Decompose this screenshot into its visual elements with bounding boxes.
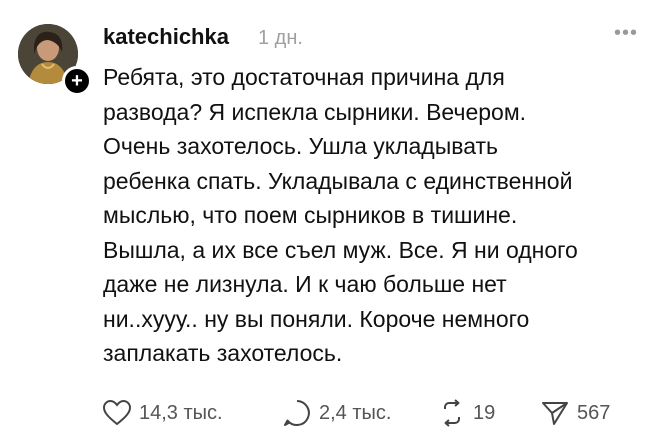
repost-button[interactable]: 19 xyxy=(439,398,495,428)
post-text: Ребята, это достаточная причина для разв… xyxy=(103,60,648,371)
comment-button[interactable]: 2,4 тыс. xyxy=(283,398,391,428)
post-line: ни..хууу.. ну вы поняли. Короче немного xyxy=(103,305,530,332)
post-line: Ребята, это достаточная причина для xyxy=(103,64,505,90)
repost-icon xyxy=(439,399,465,427)
avatar-container[interactable]: + xyxy=(18,24,92,96)
post-line: заплакать захотелось. xyxy=(103,340,343,366)
comment-count: 2,4 тыс. xyxy=(319,401,392,424)
post-line: Очень захотелось. Ушла укладывать xyxy=(103,133,499,159)
plus-icon: + xyxy=(71,70,83,92)
share-count: 567 xyxy=(577,401,611,424)
post-line: мыслью, что поем сырников в тишине. xyxy=(103,202,518,228)
username[interactable]: katechichka xyxy=(103,24,229,50)
post-line: развода? Я испекла сырники. Вечером. xyxy=(103,98,527,125)
post-line: Вышла, а их все съел муж. Все. Я ни одно… xyxy=(103,236,578,263)
more-dots-icon[interactable]: ••• xyxy=(614,22,638,45)
repost-count: 19 xyxy=(473,401,496,424)
share-button[interactable]: 567 xyxy=(541,398,610,428)
follow-plus-button[interactable]: + xyxy=(62,66,92,96)
post-line: даже не лизнула. И к чаю больше нет xyxy=(103,271,507,297)
like-button[interactable]: 14,3 тыс. xyxy=(103,398,223,428)
comment-bubble-icon xyxy=(283,399,311,427)
timestamp: 1 дн. xyxy=(258,27,303,49)
post-line: ребенка спать. Укладывала с единственной xyxy=(103,167,573,194)
action-bar: 14,3 тыс. 2,4 тыс. 19 567 xyxy=(103,398,643,428)
heart-icon xyxy=(103,400,131,426)
send-icon xyxy=(541,400,569,426)
like-count: 14,3 тыс. xyxy=(139,401,223,424)
